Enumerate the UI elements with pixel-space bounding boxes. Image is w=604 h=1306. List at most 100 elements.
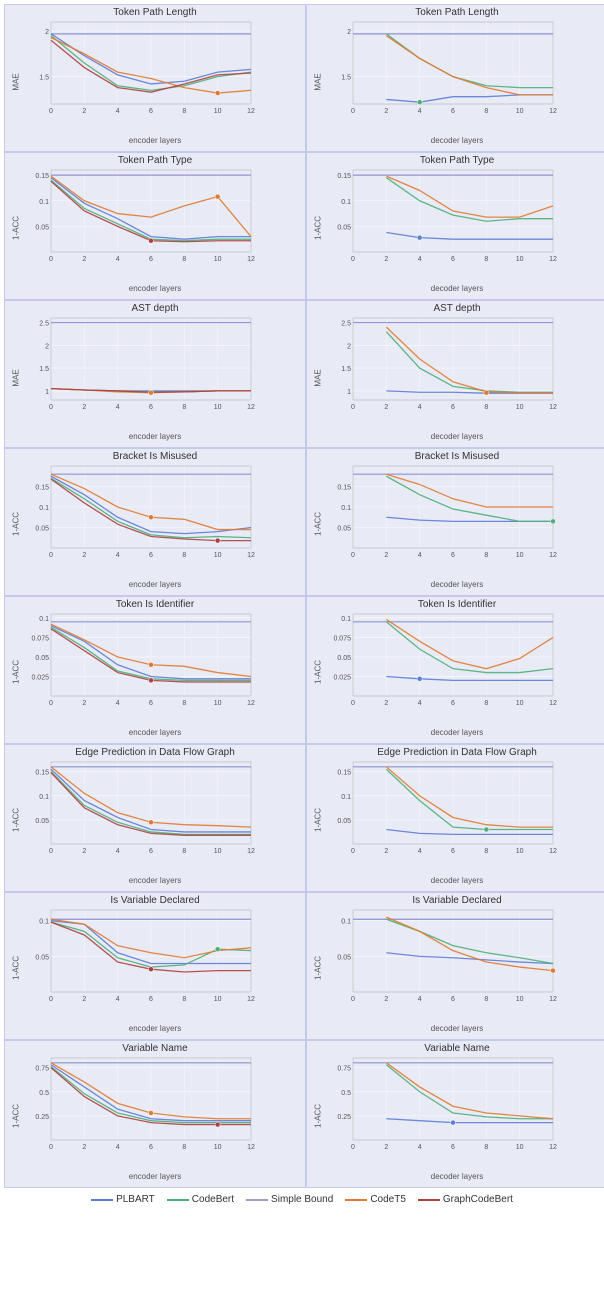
legend: PLBART CodeBert Simple Bound CodeT5 Grap… xyxy=(4,1188,600,1209)
svg-text:2: 2 xyxy=(82,848,86,855)
x-label-ivd-dec: decoder layers xyxy=(431,1024,483,1033)
svg-area-tpt-dec: 0.050.10.15024681012 xyxy=(321,166,604,280)
svg-text:0.1: 0.1 xyxy=(341,505,351,512)
svg-text:6: 6 xyxy=(149,256,153,263)
svg-text:8: 8 xyxy=(182,552,186,559)
svg-text:12: 12 xyxy=(247,1144,255,1151)
svg-text:0: 0 xyxy=(351,404,355,411)
svg-text:0.15: 0.15 xyxy=(337,173,351,180)
svg-text:12: 12 xyxy=(247,848,255,855)
x-label-tpl-dec: decoder layers xyxy=(431,136,483,145)
svg-text:4: 4 xyxy=(418,848,422,855)
svg-text:0.15: 0.15 xyxy=(35,173,49,180)
svg-text:6: 6 xyxy=(451,1144,455,1151)
x-label-vn-enc: encoder layers xyxy=(129,1172,181,1181)
legend-label: Simple Bound xyxy=(271,1194,333,1205)
svg-text:0.25: 0.25 xyxy=(337,1114,351,1121)
y-label-ivd-enc: 1-ACC xyxy=(12,960,21,980)
chart-title-tii-enc: Token Is Identifier xyxy=(5,597,305,610)
svg-text:4: 4 xyxy=(116,700,120,707)
svg-text:6: 6 xyxy=(451,404,455,411)
svg-text:10: 10 xyxy=(214,404,222,411)
x-label-ast-enc: encoder layers xyxy=(129,432,181,441)
svg-text:10: 10 xyxy=(516,700,524,707)
chart-title-tii-dec: Token Is Identifier xyxy=(307,597,604,610)
svg-text:0: 0 xyxy=(351,552,355,559)
svg-area-tii-dec: 0.0250.050.0750.1024681012 xyxy=(321,610,604,724)
svg-text:4: 4 xyxy=(116,1144,120,1151)
svg-area-ivd-enc: 0.050.1024681012 xyxy=(19,906,303,1020)
y-label-vn-dec: 1-ACC xyxy=(314,1108,323,1128)
x-label-ivd-enc: encoder layers xyxy=(129,1024,181,1033)
svg-text:0.15: 0.15 xyxy=(35,485,49,492)
svg-text:12: 12 xyxy=(247,700,255,707)
svg-text:2: 2 xyxy=(384,404,388,411)
svg-text:0.1: 0.1 xyxy=(39,794,49,801)
svg-text:10: 10 xyxy=(214,552,222,559)
svg-text:6: 6 xyxy=(149,848,153,855)
svg-text:6: 6 xyxy=(149,700,153,707)
svg-text:12: 12 xyxy=(247,996,255,1003)
svg-text:2: 2 xyxy=(347,343,351,350)
svg-text:1.5: 1.5 xyxy=(39,366,49,373)
chart-tpl-enc: Token Path Length MAE 1.52024681012 enco… xyxy=(4,4,306,152)
svg-text:0: 0 xyxy=(49,700,53,707)
svg-text:6: 6 xyxy=(149,108,153,115)
svg-text:2: 2 xyxy=(384,108,388,115)
legend-item-graphcodebert: GraphCodeBert xyxy=(418,1194,513,1205)
x-label-edfg-dec: decoder layers xyxy=(431,876,483,885)
svg-text:0: 0 xyxy=(49,552,53,559)
chart-ast-dec: AST depth MAE 11.522.5024681012 decoder … xyxy=(306,300,604,448)
chart-vn-dec: Variable Name 1-ACC 0.250.50.75024681012… xyxy=(306,1040,604,1188)
svg-text:2: 2 xyxy=(384,256,388,263)
svg-text:12: 12 xyxy=(549,108,557,115)
svg-text:0.1: 0.1 xyxy=(39,919,49,926)
chart-tii-enc: Token Is Identifier 1-ACC 0.0250.050.075… xyxy=(4,596,306,744)
svg-text:1.5: 1.5 xyxy=(39,75,49,82)
legend-item-codet5: CodeT5 xyxy=(345,1194,406,1205)
svg-text:0: 0 xyxy=(351,1144,355,1151)
x-label-bim-enc: encoder layers xyxy=(129,580,181,589)
svg-text:8: 8 xyxy=(182,848,186,855)
y-label-ast-dec: MAE xyxy=(314,368,323,388)
svg-area-tii-enc: 0.0250.050.0750.1024681012 xyxy=(19,610,303,724)
legend-label: PLBART xyxy=(116,1194,155,1205)
y-label-tpl-enc: MAE xyxy=(12,72,21,92)
chart-title-tpt-enc: Token Path Type xyxy=(5,153,305,166)
charts-grid: Token Path Length MAE 1.52024681012 enco… xyxy=(4,4,600,1188)
chart-tpt-enc: Token Path Type 1-ACC 0.050.10.150246810… xyxy=(4,152,306,300)
chart-tpt-dec: Token Path Type 1-ACC 0.050.10.150246810… xyxy=(306,152,604,300)
svg-text:1: 1 xyxy=(45,389,49,396)
svg-text:2: 2 xyxy=(45,29,49,36)
svg-text:4: 4 xyxy=(418,996,422,1003)
svg-text:0.25: 0.25 xyxy=(35,1114,49,1121)
svg-area-tpt-enc: 0.050.10.15024681012 xyxy=(19,166,303,280)
svg-text:0.15: 0.15 xyxy=(35,770,49,777)
svg-text:6: 6 xyxy=(149,552,153,559)
svg-text:0.15: 0.15 xyxy=(337,770,351,777)
svg-text:12: 12 xyxy=(247,256,255,263)
svg-text:8: 8 xyxy=(484,404,488,411)
svg-text:10: 10 xyxy=(516,552,524,559)
svg-text:4: 4 xyxy=(418,1144,422,1151)
svg-text:0.025: 0.025 xyxy=(31,674,49,681)
svg-text:12: 12 xyxy=(549,700,557,707)
svg-text:0.05: 0.05 xyxy=(35,526,49,533)
svg-text:4: 4 xyxy=(418,700,422,707)
svg-text:4: 4 xyxy=(116,256,120,263)
svg-text:0.075: 0.075 xyxy=(31,635,49,642)
svg-text:4: 4 xyxy=(116,552,120,559)
chart-ivd-enc: Is Variable Declared 1-ACC 0.050.1024681… xyxy=(4,892,306,1040)
svg-text:0.1: 0.1 xyxy=(341,794,351,801)
svg-area-ast-dec: 11.522.5024681012 xyxy=(321,314,604,428)
y-label-ivd-dec: 1-ACC xyxy=(314,960,323,980)
svg-text:12: 12 xyxy=(549,848,557,855)
svg-text:0.1: 0.1 xyxy=(341,919,351,926)
svg-text:12: 12 xyxy=(549,404,557,411)
svg-text:0: 0 xyxy=(49,996,53,1003)
y-label-edfg-dec: 1-ACC xyxy=(314,812,323,832)
svg-text:8: 8 xyxy=(484,552,488,559)
svg-text:2: 2 xyxy=(82,108,86,115)
svg-text:0: 0 xyxy=(351,848,355,855)
chart-title-ivd-dec: Is Variable Declared xyxy=(307,893,604,906)
